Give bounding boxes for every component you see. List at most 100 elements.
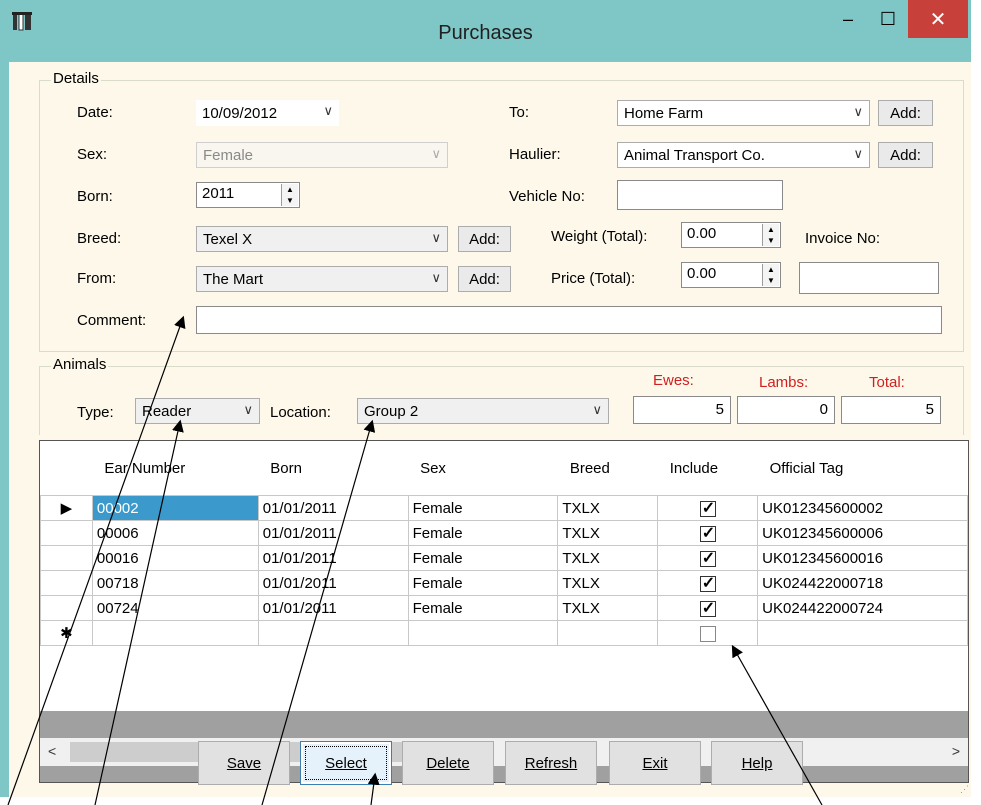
chevron-down-icon[interactable]: ∨ [431, 230, 441, 246]
breed-cell[interactable]: TXLX [557, 595, 659, 621]
breed-cell[interactable] [557, 620, 659, 646]
table-row[interactable]: 00718 01/01/2011 Female TXLX UK024422000… [40, 570, 968, 596]
to-add-button[interactable]: Add: [878, 100, 933, 126]
include-checkbox[interactable] [699, 573, 716, 593]
animals-grid[interactable]: Ear Number Born Sex Breed Include Offici… [39, 440, 969, 783]
price-spinner[interactable]: 0.00 ▲ ▼ [681, 262, 781, 288]
delete-button[interactable]: Delete [402, 741, 494, 785]
ear-number-cell[interactable]: 00724 [91, 595, 259, 621]
include-cell[interactable] [657, 595, 759, 621]
scroll-right-icon[interactable]: > [952, 743, 960, 759]
ear-number-cell[interactable]: 00006 [91, 520, 259, 546]
location-select[interactable]: Group 2 ∨ [357, 398, 609, 424]
type-select[interactable]: Reader ∨ [135, 398, 260, 424]
include-cell[interactable] [657, 570, 759, 596]
spin-up-down-icon[interactable]: ▲ ▼ [762, 224, 779, 246]
include-checkbox[interactable] [699, 498, 716, 518]
born-cell[interactable]: 01/01/2011 [257, 595, 409, 621]
new-row-marker[interactable]: ✱ [40, 620, 93, 646]
born-cell[interactable] [257, 620, 409, 646]
from-add-button[interactable]: Add: [458, 266, 511, 292]
ear-number-cell[interactable]: 00002 [91, 495, 259, 521]
breed-cell[interactable]: TXLX [557, 520, 659, 546]
born-cell[interactable]: 01/01/2011 [257, 520, 409, 546]
sex-cell[interactable] [407, 620, 559, 646]
col-header-include[interactable]: Include [658, 441, 758, 496]
spin-up-down-icon[interactable]: ▲ ▼ [281, 184, 298, 206]
current-row-marker[interactable]: ▶ [40, 495, 93, 521]
breed-add-button[interactable]: Add: [458, 226, 511, 252]
table-row[interactable]: 00016 01/01/2011 Female TXLX UK012345600… [40, 545, 968, 571]
new-row[interactable]: ✱ [40, 620, 968, 646]
col-header-breed[interactable]: Breed [558, 441, 658, 496]
minimize-button[interactable]: – [828, 0, 868, 38]
ear-number-cell[interactable]: 00016 [91, 545, 259, 571]
breed-cell[interactable]: TXLX [557, 495, 659, 521]
official-tag-cell[interactable]: UK012345600006 [757, 520, 968, 546]
include-checkbox[interactable] [699, 626, 716, 642]
refresh-button[interactable]: Refresh [505, 741, 597, 785]
haulier-add-button[interactable]: Add: [878, 142, 933, 168]
exit-button[interactable]: Exit [609, 741, 701, 785]
born-spinner[interactable]: 2011 ▲ ▼ [196, 182, 300, 208]
row-header[interactable] [40, 570, 93, 596]
chevron-down-icon[interactable]: ∨ [323, 103, 333, 119]
official-tag-cell[interactable]: UK024422000724 [757, 595, 968, 621]
chevron-down-icon[interactable]: ∨ [853, 104, 863, 120]
close-button[interactable]: ✕ [908, 0, 968, 38]
ear-number-cell[interactable]: 00718 [91, 570, 259, 596]
sex-cell[interactable]: Female [407, 495, 559, 521]
vehicle-field[interactable] [617, 180, 783, 210]
include-cell[interactable] [657, 495, 759, 521]
born-cell[interactable]: 01/01/2011 [257, 545, 409, 571]
maximize-button[interactable]: ☐ [868, 0, 908, 38]
born-cell[interactable]: 01/01/2011 [257, 495, 409, 521]
include-checkbox[interactable] [699, 548, 716, 568]
to-select[interactable]: Home Farm ∨ [617, 100, 870, 126]
select-button[interactable]: Select [300, 741, 392, 785]
include-checkbox[interactable] [699, 598, 716, 618]
include-checkbox[interactable] [699, 523, 716, 543]
spin-up-down-icon[interactable]: ▲ ▼ [762, 264, 779, 286]
chevron-down-icon[interactable]: ∨ [853, 146, 863, 162]
sex-cell[interactable]: Female [407, 570, 559, 596]
chevron-down-icon[interactable]: ∨ [592, 402, 602, 418]
col-header-official-tag[interactable]: Official Tag [758, 441, 968, 496]
include-cell[interactable] [657, 545, 759, 571]
table-row[interactable]: 00724 01/01/2011 Female TXLX UK024422000… [40, 595, 968, 621]
help-button[interactable]: Help [711, 741, 803, 785]
row-header[interactable] [40, 595, 93, 621]
row-header[interactable] [40, 545, 93, 571]
haulier-select[interactable]: Animal Transport Co. ∨ [617, 142, 870, 168]
official-tag-cell[interactable]: UK012345600016 [757, 545, 968, 571]
sex-cell[interactable]: Female [407, 595, 559, 621]
row-header[interactable] [40, 520, 93, 546]
official-tag-cell[interactable] [757, 620, 968, 646]
resize-grip-icon[interactable]: ⋰ [960, 784, 969, 795]
save-button[interactable]: Save [198, 741, 290, 785]
weight-spinner[interactable]: 0.00 ▲ ▼ [681, 222, 781, 248]
col-header-ear-number[interactable]: Ear Number [92, 441, 258, 496]
col-header-born[interactable]: Born [258, 441, 408, 496]
breed-cell[interactable]: TXLX [557, 570, 659, 596]
include-cell[interactable] [657, 620, 759, 646]
ear-number-cell[interactable] [91, 620, 259, 646]
table-row[interactable]: 00006 01/01/2011 Female TXLX UK012345600… [40, 520, 968, 546]
official-tag-cell[interactable]: UK012345600002 [757, 495, 968, 521]
breed-cell[interactable]: TXLX [557, 545, 659, 571]
comment-field[interactable] [196, 306, 942, 334]
born-cell[interactable]: 01/01/2011 [257, 570, 409, 596]
include-cell[interactable] [657, 520, 759, 546]
sex-cell[interactable]: Female [407, 520, 559, 546]
table-row[interactable]: ▶ 00002 01/01/2011 Female TXLX UK0123456… [40, 495, 968, 521]
chevron-down-icon[interactable]: ∨ [431, 270, 441, 286]
official-tag-cell[interactable]: UK024422000718 [757, 570, 968, 596]
breed-select[interactable]: Texel X ∨ [196, 226, 448, 252]
date-picker[interactable]: 10/09/2012 ∨ [196, 100, 339, 126]
title-bar[interactable]: Purchases – ☐ ✕ [0, 0, 971, 62]
horizontal-scrollbar[interactable]: < > [40, 738, 968, 766]
col-header-sex[interactable]: Sex [408, 441, 558, 496]
from-select[interactable]: The Mart ∨ [196, 266, 448, 292]
sex-cell[interactable]: Female [407, 545, 559, 571]
invoice-field[interactable] [799, 262, 939, 294]
